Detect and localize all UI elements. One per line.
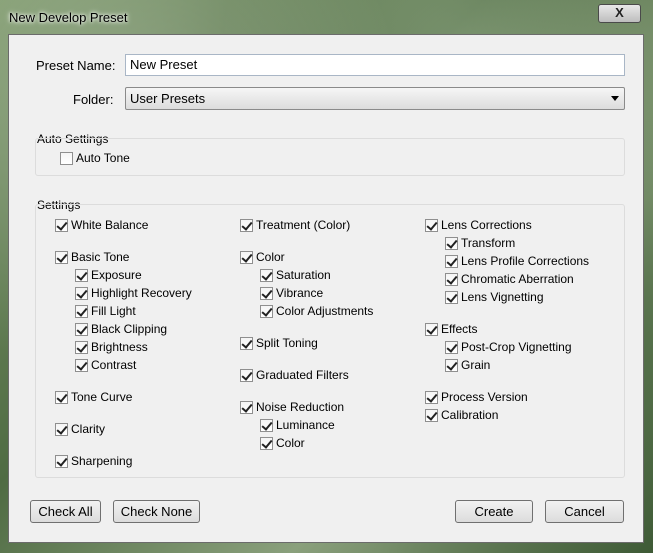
checkbox-label: Tone Curve	[71, 390, 133, 404]
checkbox-box[interactable]	[425, 391, 438, 404]
checkbox-label: Black Clipping	[91, 322, 168, 336]
checkbox-box[interactable]	[240, 251, 253, 264]
checkbox-box[interactable]	[260, 419, 273, 432]
preset-name-input[interactable]: New Preset	[125, 54, 625, 76]
checkbox-label: Highlight Recovery	[91, 286, 192, 300]
check-all-button[interactable]: Check All	[30, 500, 101, 523]
checkbox-label: Sharpening	[71, 454, 133, 468]
checkbox-box[interactable]	[445, 341, 458, 354]
checkbox-box[interactable]	[75, 341, 88, 354]
checkbox-label: Auto Tone	[76, 151, 130, 165]
checkbox-label: Graduated Filters	[256, 368, 349, 382]
checkbox-box[interactable]	[260, 269, 273, 282]
checkbox-box[interactable]	[240, 219, 253, 232]
checkbox-label: Noise Reduction	[256, 400, 345, 414]
checkbox-label: Split Toning	[256, 336, 318, 350]
checkbox-label: Lens Corrections	[441, 218, 532, 232]
checkbox-box[interactable]	[425, 219, 438, 232]
checkbox-box[interactable]	[75, 287, 88, 300]
checkbox-label: Color	[256, 250, 285, 264]
folder-select-value: User Presets	[130, 91, 206, 106]
checkbox-box[interactable]	[425, 323, 438, 336]
checkbox-label: Luminance	[276, 418, 335, 432]
checkbox-box[interactable]	[75, 323, 88, 336]
close-button[interactable]: X	[598, 4, 641, 23]
checkbox-label: Color Adjustments	[276, 304, 374, 318]
checkbox-label: Chromatic Aberration	[461, 272, 574, 286]
checkbox-label: Basic Tone	[71, 250, 130, 264]
check-none-button[interactable]: Check None	[113, 500, 200, 523]
checkbox-label: Clarity	[71, 422, 106, 436]
checkbox-label: Lens Profile Corrections	[461, 254, 590, 268]
checkbox-box[interactable]	[55, 251, 68, 264]
checkbox-box[interactable]	[445, 359, 458, 372]
checkbox-box[interactable]	[75, 305, 88, 318]
folder-label: Folder:	[73, 92, 114, 107]
folder-select[interactable]: User Presets	[125, 87, 625, 110]
checkbox-label: Calibration	[441, 408, 499, 422]
checkbox-box[interactable]	[55, 423, 68, 436]
checkbox-box[interactable]	[260, 437, 273, 450]
title-bar: New Develop Preset X	[0, 0, 653, 34]
checkbox-box[interactable]	[55, 391, 68, 404]
checkbox-box[interactable]	[445, 237, 458, 250]
window-title: New Develop Preset	[9, 10, 128, 25]
checkbox-label: Color	[276, 436, 305, 450]
checkbox-box[interactable]	[240, 337, 253, 350]
checkbox-box[interactable]	[445, 273, 458, 286]
checkbox-label: Transform	[461, 236, 516, 250]
checkbox-label: Lens Vignetting	[461, 290, 544, 304]
checkbox-label: White Balance	[71, 218, 149, 232]
checkbox-label: Fill Light	[91, 304, 136, 318]
cancel-button[interactable]: Cancel	[545, 500, 624, 523]
checkbox-box[interactable]	[240, 369, 253, 382]
checkbox-label: Vibrance	[276, 286, 324, 300]
checkbox-label: Contrast	[91, 358, 137, 372]
checkbox-box[interactable]	[260, 287, 273, 300]
dialog-body: Preset Name: New Preset Folder: User Pre…	[8, 34, 644, 543]
create-button[interactable]: Create	[455, 500, 533, 523]
checkbox-box[interactable]	[445, 255, 458, 268]
checkbox-label: Brightness	[91, 340, 148, 354]
checkbox-box[interactable]	[75, 269, 88, 282]
checkbox-label: Process Version	[441, 390, 528, 404]
checkbox-box[interactable]	[55, 219, 68, 232]
checkbox-label: Treatment (Color)	[256, 218, 351, 232]
checkbox-label: Post-Crop Vignetting	[461, 340, 572, 354]
checkbox-box[interactable]	[425, 409, 438, 422]
checkbox-label: Effects	[441, 322, 478, 336]
checkbox-label: Saturation	[276, 268, 331, 282]
checkbox-box[interactable]	[75, 359, 88, 372]
chevron-down-icon	[611, 96, 619, 101]
checkbox-label: Grain	[461, 358, 491, 372]
checkbox-box[interactable]	[445, 291, 458, 304]
close-icon: X	[615, 5, 624, 20]
checkbox-box[interactable]	[55, 455, 68, 468]
checkbox-box[interactable]	[260, 305, 273, 318]
checkbox-label: Exposure	[91, 268, 142, 282]
checkbox-box[interactable]	[240, 401, 253, 414]
preset-name-label: Preset Name:	[36, 58, 116, 73]
checkbox-box[interactable]	[60, 152, 73, 165]
